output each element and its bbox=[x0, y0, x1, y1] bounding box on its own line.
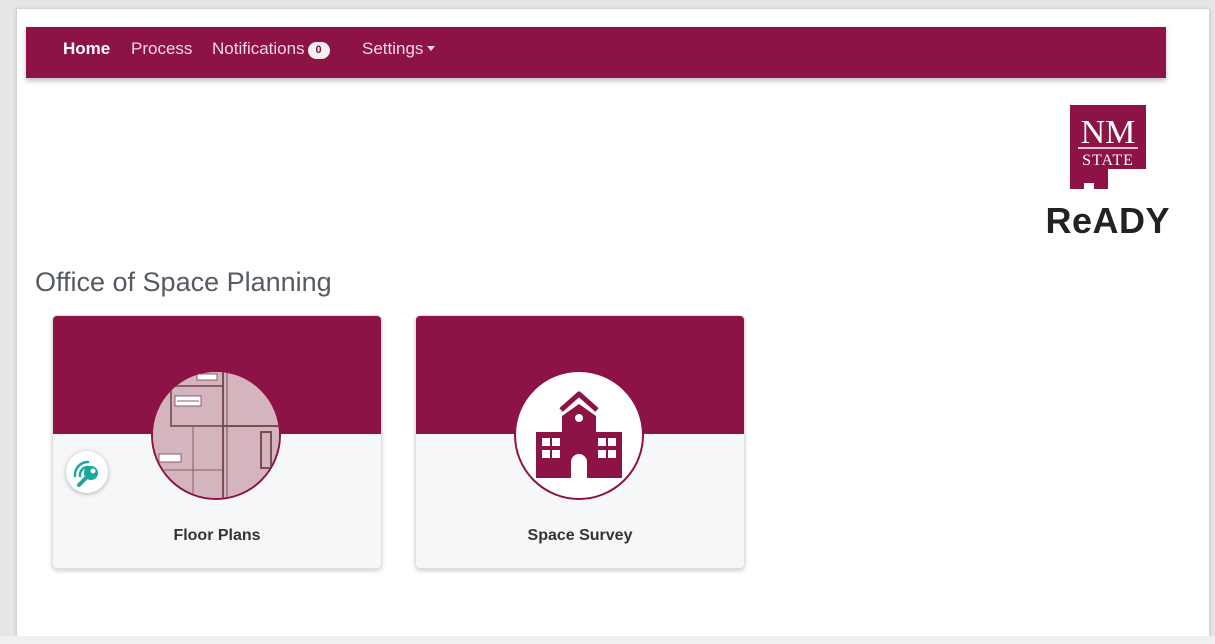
chevron-down-icon bbox=[427, 46, 436, 51]
nav-notifications-label: Notifications bbox=[212, 39, 305, 58]
nm-state-logo: NM STATE bbox=[1070, 105, 1146, 193]
nav-process[interactable]: Process bbox=[131, 27, 192, 78]
nav-settings-dropdown[interactable]: Settings bbox=[362, 27, 436, 78]
notifications-count-badge: 0 bbox=[307, 42, 330, 59]
school-building-icon bbox=[514, 370, 644, 500]
nav-home[interactable]: Home bbox=[63, 27, 110, 78]
app-name: ReADY bbox=[1045, 200, 1170, 241]
accessibility-helper-button[interactable] bbox=[66, 451, 108, 493]
nav-settings-label: Settings bbox=[362, 39, 424, 58]
page-bottom-border bbox=[0, 636, 1215, 644]
section-title: Office of Space Planning bbox=[35, 267, 332, 297]
nav-notifications[interactable]: Notifications 0 bbox=[212, 27, 330, 78]
card-floor-plans-label: Floor Plans bbox=[173, 527, 261, 544]
accessibility-wrench-icon bbox=[73, 460, 98, 487]
nav-process-label: Process bbox=[131, 39, 193, 58]
card-space-survey[interactable]: Space Survey bbox=[415, 315, 745, 569]
logo-nm-text: NM bbox=[1081, 114, 1136, 151]
floor-plan-icon bbox=[151, 370, 281, 500]
nav-home-label: Home bbox=[63, 39, 111, 58]
top-navbar: Home Process Notifications 0 Settings bbox=[26, 27, 1166, 78]
card-floor-plans[interactable]: Floor Plans bbox=[52, 315, 382, 569]
logo-state-text: STATE bbox=[1082, 152, 1134, 169]
card-space-survey-label: Space Survey bbox=[527, 527, 633, 544]
